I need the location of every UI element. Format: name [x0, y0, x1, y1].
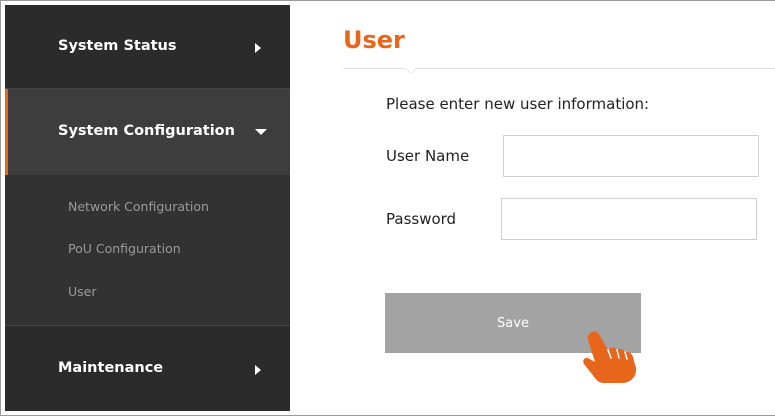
active-indicator [5, 89, 8, 175]
title-divider-notch-fill [406, 68, 416, 73]
sidebar-subitem-pou-configuration[interactable]: PoU Configuration [68, 241, 181, 256]
chevron-right-icon [255, 365, 261, 375]
sidebar-item-label: System Configuration [58, 123, 235, 139]
page-title: User [343, 26, 405, 54]
sidebar: System Status System Configuration Netwo… [5, 5, 290, 411]
form-prompt: Please enter new user information: [386, 95, 650, 113]
sidebar-subitem-network-configuration[interactable]: Network Configuration [68, 199, 209, 214]
chevron-right-icon [255, 43, 261, 53]
password-field[interactable] [501, 198, 757, 240]
sidebar-item-label: System Status [58, 38, 177, 54]
username-field[interactable] [503, 135, 759, 177]
sidebar-item-system-configuration[interactable]: System Configuration [5, 89, 290, 175]
sidebar-subitem-user[interactable]: User [68, 284, 97, 299]
chevron-down-icon [255, 129, 267, 135]
password-label: Password [386, 210, 457, 228]
sidebar-item-label: Maintenance [58, 360, 164, 376]
sidebar-item-system-status[interactable]: System Status [5, 5, 290, 89]
username-label: User Name [386, 147, 470, 165]
sidebar-item-maintenance[interactable]: Maintenance [5, 325, 290, 411]
pointing-hand-icon [583, 331, 637, 383]
